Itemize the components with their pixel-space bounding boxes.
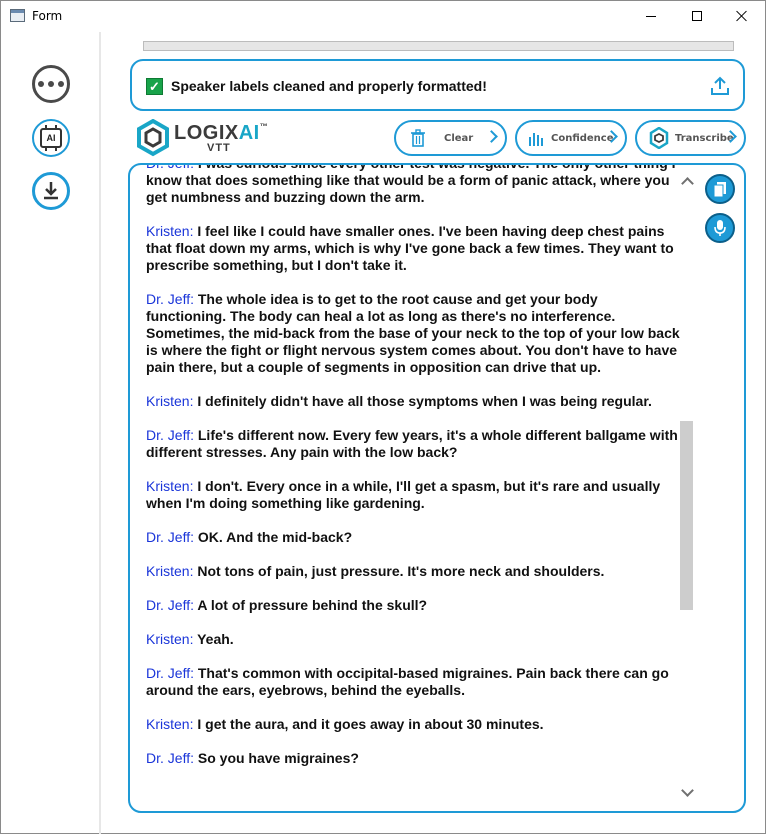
transcript-entry: Dr. Jeff: Life's different now. Every fe… — [146, 427, 681, 461]
status-message: Speaker labels cleaned and properly form… — [171, 78, 487, 94]
speaker-label: Kristen: — [146, 716, 194, 732]
more-icon — [38, 81, 44, 87]
status-panel: ✓ Speaker labels cleaned and properly fo… — [130, 59, 745, 111]
upload-icon[interactable] — [709, 75, 731, 97]
close-icon — [736, 10, 748, 22]
speaker-label: Dr. Jeff: — [146, 750, 194, 766]
more-icon-dot — [58, 81, 64, 87]
transcript-entry: Kristen: Yeah. — [146, 631, 681, 648]
sidebar-divider — [99, 32, 101, 834]
transcript-text-area[interactable]: Dr. Jeff: I was curious since every othe… — [146, 165, 681, 811]
transcript-entry: Dr. Jeff: OK. And the mid-back? — [146, 529, 681, 546]
transcript-entry: Kristen: I definitely didn't have all th… — [146, 393, 681, 410]
mic-button[interactable] — [705, 213, 735, 243]
utterance-text: I definitely didn't have all those sympt… — [193, 393, 652, 409]
more-options-button[interactable] — [32, 65, 70, 103]
logo: LOGIXAI™ VTT — [136, 119, 269, 157]
vertical-scrollbar[interactable] — [679, 171, 696, 805]
utterance-text: I feel like I could have smaller ones. I… — [146, 223, 674, 273]
transcript-entry: Kristen: I feel like I could have smalle… — [146, 223, 681, 274]
ai-chip-icon: AI — [40, 125, 62, 151]
levels-icon — [529, 133, 543, 146]
more-icon-dot — [48, 81, 54, 87]
logo-word-main: LOGIX — [174, 122, 239, 144]
transcribe-button[interactable]: Transcribe — [635, 120, 746, 156]
transcript-content: Dr. Jeff: I was curious since every othe… — [146, 165, 681, 784]
minimize-button[interactable] — [628, 1, 674, 31]
clear-label: Clear — [444, 133, 474, 144]
speaker-label: Kristen: — [146, 563, 194, 579]
minimize-icon — [646, 15, 656, 17]
download-icon — [44, 182, 58, 200]
utterance-text: A lot of pressure behind the skull? — [193, 597, 428, 613]
scroll-up-icon[interactable] — [681, 177, 694, 190]
transcript-panel: Dr. Jeff: I was curious since every othe… — [128, 163, 746, 813]
utterance-text: I don't. Every once in a while, I'll get… — [146, 478, 661, 511]
utterance-text: I was curious since every other test was… — [146, 165, 676, 205]
title-bar: Form — [1, 1, 765, 32]
speaker-label: Dr. Jeff: — [146, 291, 194, 307]
utterance-text: That's common with occipital-based migra… — [146, 665, 669, 698]
trash-icon — [411, 129, 425, 147]
maximize-button[interactable] — [674, 1, 720, 31]
transcript-entry: Dr. Jeff: A lot of pressure behind the s… — [146, 597, 681, 614]
utterance-text: OK. And the mid-back? — [193, 529, 353, 545]
speaker-label: Kristen: — [146, 478, 194, 494]
transcript-entry: Dr. Jeff: So you have migraines? — [146, 750, 681, 767]
speaker-label: Dr. Jeff: — [146, 665, 194, 681]
logo-trademark: ™ — [259, 122, 269, 131]
utterance-text: Not tons of pain, just pressure. It's mo… — [193, 563, 605, 579]
speaker-label: Kristen: — [146, 631, 194, 647]
mic-icon — [714, 220, 726, 236]
transcript-entry: Kristen: I get the aura, and it goes awa… — [146, 716, 681, 733]
check-icon: ✓ — [146, 78, 163, 95]
speaker-label: Kristen: — [146, 393, 194, 409]
app-icon — [10, 9, 25, 22]
speaker-label: Dr. Jeff: — [146, 597, 194, 613]
confidence-button[interactable]: Confidence — [515, 120, 627, 156]
clear-button[interactable]: Clear — [394, 120, 507, 156]
speaker-label: Dr. Jeff: — [146, 529, 194, 545]
transcript-entry: Dr. Jeff: That's common with occipital-b… — [146, 665, 681, 699]
speaker-label: Dr. Jeff: — [146, 427, 194, 443]
utterance-text: The whole idea is to get to the root cau… — [146, 291, 680, 375]
logo-subtitle: VTT — [207, 142, 231, 154]
app-window: Form AI ✓ Speaker labels cleaned and pro… — [0, 0, 766, 834]
copy-icon — [713, 182, 726, 198]
speaker-label: Dr. Jeff: — [146, 165, 194, 171]
utterance-text: Life's different now. Every few years, i… — [146, 427, 678, 460]
transcript-entry: Kristen: I don't. Every once in a while,… — [146, 478, 681, 512]
utterance-text: I get the aura, and it goes away in abou… — [193, 716, 544, 732]
confidence-label: Confidence — [551, 133, 614, 144]
transcript-entry: Dr. Jeff: The whole idea is to get to th… — [146, 291, 681, 376]
scroll-thumb[interactable] — [680, 421, 693, 610]
download-button[interactable] — [32, 172, 70, 210]
utterance-text: So you have migraines? — [193, 750, 359, 766]
maximize-icon — [692, 11, 702, 21]
progress-bar — [143, 41, 734, 51]
close-button[interactable] — [719, 1, 765, 31]
logo-small-icon — [649, 127, 669, 149]
window-title: Form — [32, 9, 63, 23]
transcript-entry: Kristen: Not tons of pain, just pressure… — [146, 563, 681, 580]
chevron-right-icon — [485, 130, 498, 143]
logo-word-ai: AI — [238, 122, 260, 144]
speaker-label: Kristen: — [146, 223, 194, 239]
ai-button[interactable]: AI — [32, 119, 70, 157]
transcript-entry: Dr. Jeff: I was curious since every othe… — [146, 165, 681, 206]
logo-icon — [137, 119, 169, 157]
copy-button[interactable] — [705, 174, 735, 204]
utterance-text: Yeah. — [193, 631, 234, 647]
scroll-down-icon[interactable] — [681, 784, 694, 797]
